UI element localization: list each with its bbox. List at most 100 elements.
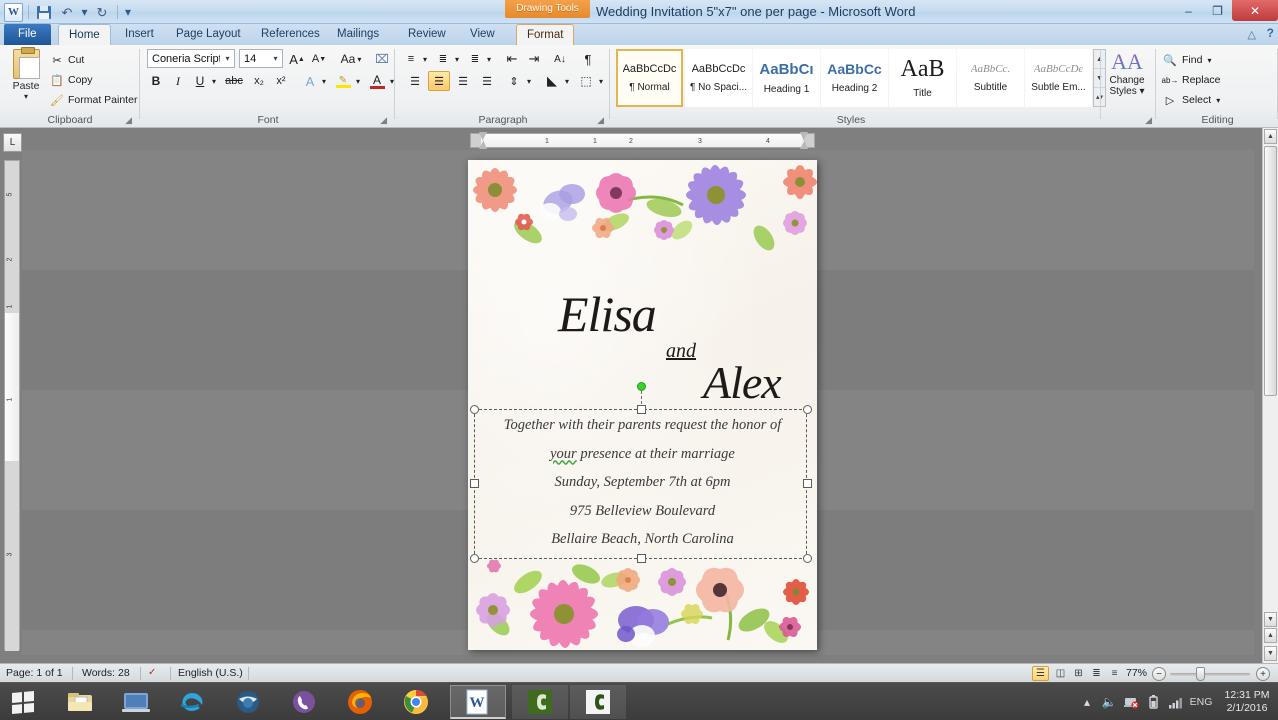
word-logo-icon[interactable]: W (4, 3, 23, 22)
grow-font-button[interactable]: A▲ (287, 49, 307, 69)
clipboard-dialog-launcher[interactable]: ◢ (125, 115, 132, 126)
horizontal-ruler[interactable]: 1 1 2 3 4 (470, 133, 815, 148)
taskbar-item-camtasia-1[interactable] (512, 685, 568, 719)
clear-formatting-button[interactable]: ⌧ (371, 49, 393, 69)
font-name-combo[interactable]: Coneria Script C ▾ (147, 49, 235, 68)
taskbar-item-viber[interactable] (276, 685, 332, 719)
taskbar-item-file-explorer[interactable] (52, 685, 108, 719)
network-icon[interactable] (1120, 683, 1142, 720)
copy-button[interactable]: 📋 Copy (50, 73, 93, 87)
underline-button[interactable]: U (191, 71, 209, 91)
print-layout-view-button[interactable]: ☰ (1032, 666, 1049, 681)
customize-qat-icon[interactable]: ▾ (123, 2, 133, 22)
text-effects-dropdown-icon[interactable]: ▾ (319, 71, 329, 91)
zoom-slider-thumb[interactable] (1196, 667, 1205, 681)
numbering-dropdown-icon[interactable]: ▾ (452, 49, 462, 69)
tab-file[interactable]: File (4, 24, 51, 45)
full-screen-reading-view-button[interactable]: ◫ (1052, 666, 1069, 681)
tab-home[interactable]: Home (58, 24, 111, 45)
zoom-level[interactable]: 77% (1126, 667, 1147, 679)
taskbar-item-firefox[interactable] (332, 685, 388, 719)
resize-handle-bottom-center[interactable] (637, 554, 646, 563)
style-item-title[interactable]: AaB Title (889, 49, 956, 107)
text-box-selection-frame[interactable] (474, 409, 807, 559)
outline-view-button[interactable]: ≣ (1088, 666, 1105, 681)
help-icon[interactable]: ? (1267, 26, 1274, 40)
spell-check-icon[interactable]: ✓ (148, 667, 156, 678)
align-left-button[interactable]: ☰ (404, 71, 426, 91)
subscript-button[interactable]: x₂ (249, 71, 269, 91)
select-button[interactable]: ▷ Select ▾ (1163, 93, 1220, 107)
style-item-heading-2[interactable]: AaBbCc Heading 2 (821, 49, 888, 107)
language-indicator[interactable]: ENG (1186, 683, 1216, 720)
style-item-heading-1[interactable]: AaBbCı Heading 1 (753, 49, 820, 107)
volume-icon[interactable]: 🔈 (1098, 683, 1120, 720)
decrease-indent-button[interactable]: ⇤ (502, 49, 522, 69)
shrink-font-button[interactable]: A▼ (309, 49, 329, 69)
vertical-scroll-thumb[interactable] (1264, 146, 1277, 396)
highlight-dropdown-icon[interactable]: ▾ (353, 71, 363, 91)
italic-button[interactable]: I (169, 71, 187, 91)
format-painter-button[interactable]: 🖌 Format Painter (50, 93, 137, 107)
font-size-combo[interactable]: 14 ▾ (239, 49, 283, 68)
save-icon[interactable] (34, 2, 54, 22)
multilevel-dropdown-icon[interactable]: ▾ (484, 49, 494, 69)
resize-handle-middle-left[interactable] (470, 479, 479, 488)
tab-review[interactable]: Review (398, 24, 456, 45)
battery-icon[interactable] (1142, 683, 1164, 720)
signal-strength-icon[interactable] (1164, 683, 1186, 720)
replace-button[interactable]: ab→ Replace (1163, 73, 1221, 87)
resize-handle-middle-right[interactable] (803, 479, 812, 488)
close-button[interactable]: ✕ (1232, 0, 1278, 21)
style-item-subtle-emphasis[interactable]: AaBbCcDє Subtle Em... (1025, 49, 1092, 107)
line-spacing-dropdown-icon[interactable]: ▾ (524, 71, 534, 91)
restore-button[interactable]: ❐ (1203, 0, 1232, 21)
bullets-dropdown-icon[interactable]: ▾ (420, 49, 430, 69)
clock[interactable]: 12:31 PM 2/1/2016 (1216, 689, 1278, 715)
shading-button[interactable]: ◣ (542, 71, 562, 91)
resize-handle-top-center[interactable] (637, 405, 646, 414)
next-page-button[interactable]: ▼ (1264, 646, 1277, 661)
cut-button[interactable]: ✂ Cut (50, 53, 84, 67)
resize-handle-top-right[interactable] (803, 405, 812, 414)
language-indicator[interactable]: English (U.S.) (178, 667, 243, 679)
align-center-button[interactable]: ☰ (428, 71, 450, 91)
font-size-dropdown-icon[interactable]: ▾ (269, 50, 282, 67)
resize-handle-bottom-left[interactable] (470, 554, 479, 563)
tab-page-layout[interactable]: Page Layout (166, 24, 251, 45)
taskbar-item-camtasia-2[interactable] (570, 685, 626, 719)
page-indicator[interactable]: Page: 1 of 1 (6, 667, 63, 679)
vertical-scrollbar[interactable]: ▲ ▼ ▲ ▼ (1262, 128, 1278, 663)
taskbar-item-thunderbird[interactable] (220, 685, 276, 719)
sort-button[interactable]: A↓ (550, 49, 570, 69)
strikethrough-button[interactable]: abc (223, 71, 245, 91)
previous-page-button[interactable]: ▲ (1264, 628, 1277, 643)
style-item-normal[interactable]: AaBbCcDc ¶ Normal (616, 49, 683, 107)
taskbar-item-microsoft-word[interactable]: W (450, 685, 506, 719)
taskbar-item-internet-explorer[interactable] (164, 685, 220, 719)
redo-icon[interactable]: ↻ (92, 2, 112, 22)
superscript-button[interactable]: x² (271, 71, 291, 91)
line-spacing-button[interactable]: ⇕ (504, 71, 524, 91)
tab-view[interactable]: View (460, 24, 505, 45)
vertical-ruler[interactable]: 5 2 1 1 3 (4, 160, 20, 650)
scroll-up-button[interactable]: ▲ (1264, 129, 1277, 144)
show-formatting-marks-button[interactable]: ¶ (578, 49, 598, 69)
taskbar-item-chrome[interactable] (388, 685, 444, 719)
find-button[interactable]: 🔍 Find ▾ (1163, 53, 1211, 67)
align-right-button[interactable]: ☰ (452, 71, 474, 91)
collapse-ribbon-icon[interactable]: △ (1248, 28, 1256, 41)
resize-handle-top-left[interactable] (470, 405, 479, 414)
style-item-subtitle[interactable]: AaBbCc. Subtitle (957, 49, 1024, 107)
show-hidden-icons-button[interactable]: ▴ (1076, 683, 1098, 720)
font-color-button[interactable]: A (367, 71, 387, 91)
paste-button[interactable]: Paste ▾ (8, 49, 44, 109)
tab-references[interactable]: References (251, 24, 330, 45)
paragraph-dialog-launcher[interactable]: ◢ (597, 115, 604, 126)
borders-button[interactable]: ⬚ (576, 71, 596, 91)
tab-stop-selector[interactable]: L (3, 133, 22, 152)
start-button[interactable] (0, 683, 46, 720)
taskbar-item-media-player[interactable] (108, 685, 164, 719)
change-styles-button[interactable]: AA Change Styles ▾ (1105, 49, 1149, 111)
multilevel-list-button[interactable]: ≣ (466, 49, 484, 69)
